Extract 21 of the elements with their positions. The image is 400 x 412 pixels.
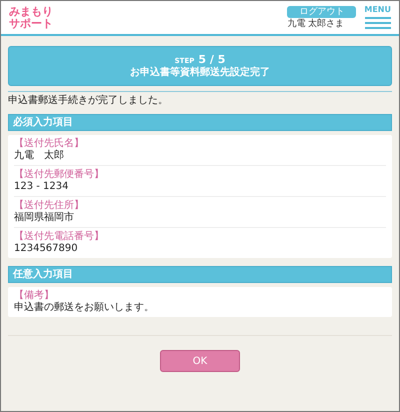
- user-name: 九電 太郎さま: [287, 19, 344, 29]
- section-header: 必須入力項目: [8, 114, 392, 131]
- field-label: 【備考】: [14, 290, 55, 302]
- field-value: 福岡県福岡市: [14, 212, 75, 224]
- menu-button[interactable]: MENU: [364, 5, 391, 30]
- field-label: 【送付先郵便番号】: [14, 169, 105, 181]
- ok-button[interactable]: OK: [160, 350, 240, 372]
- section-header: 任意入力項目: [8, 266, 392, 283]
- field-label: 【送付先住所】: [14, 200, 85, 212]
- field-value: 申込書の郵送をお願いします。: [14, 302, 155, 314]
- field-value: 123 - 1234: [14, 181, 70, 193]
- step-count: 5 / 5: [198, 52, 226, 66]
- logout-button[interactable]: ログアウト: [287, 6, 356, 18]
- field-value: 1234567890: [14, 243, 79, 255]
- field-label: 【送付先氏名】: [14, 138, 85, 150]
- banner-title: お申込書等資料郵送先設定完了: [130, 66, 270, 80]
- field-value: 九電 太郎: [14, 150, 65, 162]
- menu-icon: [364, 16, 391, 30]
- completion-message: 申込書郵送手続きが完了しました。: [8, 94, 169, 108]
- field-label: 【送付先電話番号】: [14, 231, 105, 243]
- logo[interactable]: みまもり サポート: [9, 6, 53, 30]
